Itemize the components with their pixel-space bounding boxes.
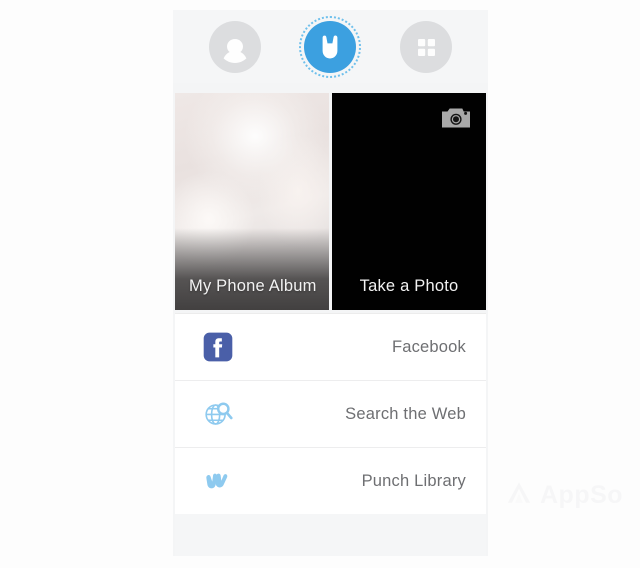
phone-screen: My Phone Album Take a Photo Facebook Sea… xyxy=(173,10,488,556)
source-tiles: My Phone Album Take a Photo xyxy=(175,93,486,310)
tile-my-phone-album[interactable]: My Phone Album xyxy=(175,93,329,310)
source-option-list: Facebook Search the Web Punch Library xyxy=(175,313,486,515)
album-label-scrim xyxy=(175,228,329,310)
avatar-button-grid[interactable] xyxy=(400,20,453,73)
globe-search-icon xyxy=(199,395,237,433)
avatar-button-person[interactable] xyxy=(208,20,261,73)
option-row-search-the-web[interactable]: Search the Web xyxy=(175,381,486,448)
option-row-facebook[interactable]: Facebook xyxy=(175,314,486,381)
option-label-search-the-web: Search the Web xyxy=(345,404,466,423)
bottom-filler-area xyxy=(175,514,486,556)
tile-label-take-a-photo: Take a Photo xyxy=(359,277,459,295)
avatar-button-punch-mascot[interactable] xyxy=(299,15,362,78)
option-label-punch-library: Punch Library xyxy=(361,471,466,490)
tile-label-my-phone-album: My Phone Album xyxy=(189,277,317,295)
tile-take-a-photo[interactable]: Take a Photo xyxy=(332,93,486,310)
grid-four-squares-icon xyxy=(400,21,452,73)
top-avatar-bar xyxy=(173,10,488,83)
option-label-facebook: Facebook xyxy=(391,337,466,356)
appso-triangle-logo-icon xyxy=(505,480,533,510)
facebook-logo-icon xyxy=(199,328,237,366)
option-row-punch-library[interactable]: Punch Library xyxy=(175,448,486,515)
appso-watermark: AppSo xyxy=(505,480,623,510)
person-silhouette-icon xyxy=(209,21,261,73)
camera-icon xyxy=(440,105,472,130)
appso-watermark-text: AppSo xyxy=(540,480,624,509)
punch-flower-icon xyxy=(199,462,237,500)
dotted-selection-ring xyxy=(299,15,362,78)
